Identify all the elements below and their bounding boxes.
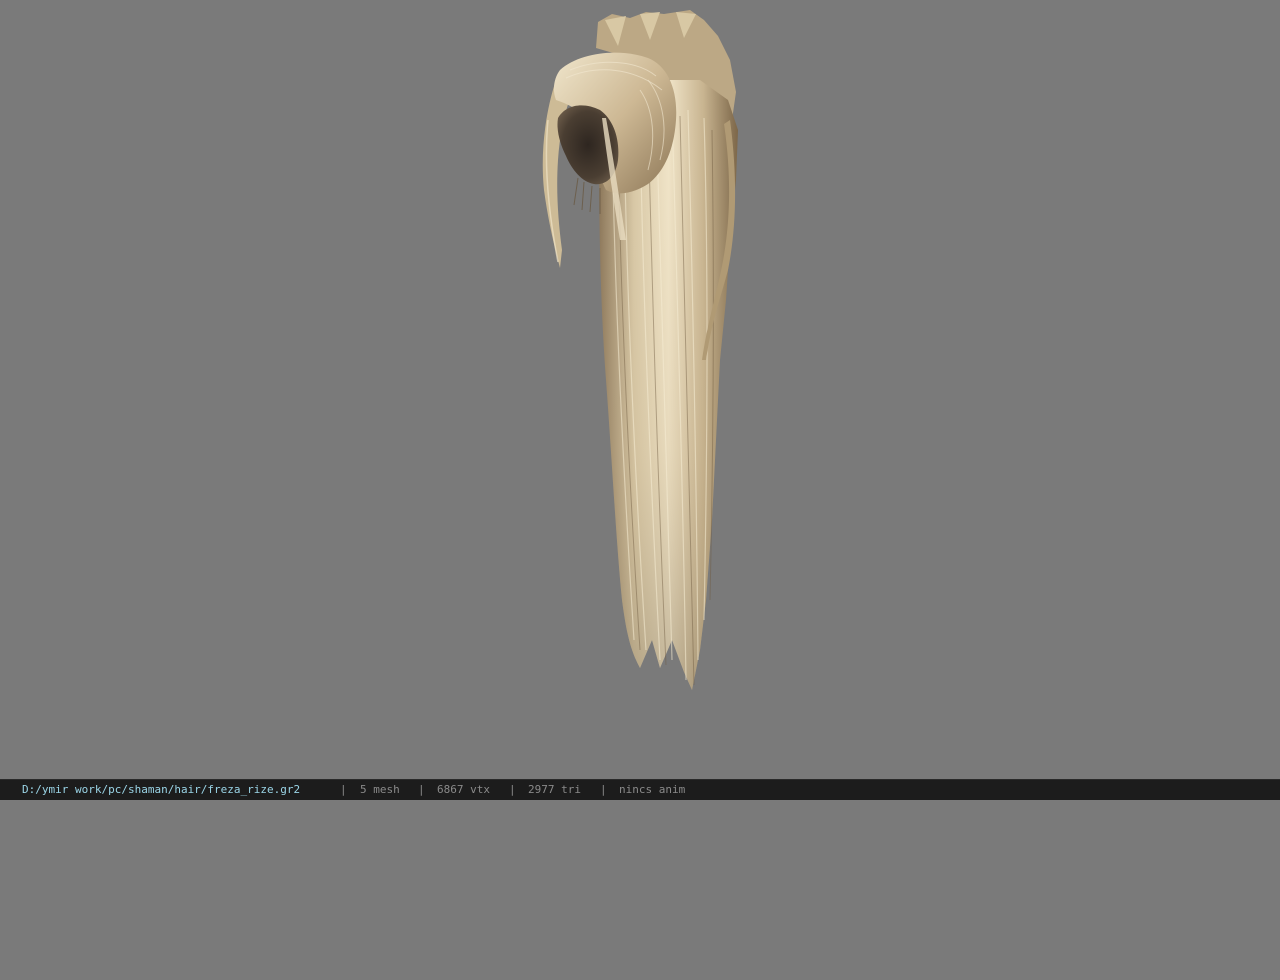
hair-model-render[interactable] bbox=[0, 0, 1280, 779]
vertex-count-label: 6867 vtx bbox=[437, 783, 490, 796]
status-bar: D:/ymir work/pc/shaman/hair/freza_rize.g… bbox=[0, 779, 1280, 800]
triangle-count-label: 2977 tri bbox=[528, 783, 581, 796]
3d-viewport[interactable] bbox=[0, 0, 1280, 779]
animation-status-label: nincs anim bbox=[619, 783, 686, 796]
status-separator: | bbox=[509, 783, 516, 796]
status-separator: | bbox=[418, 783, 425, 796]
status-separator: | bbox=[340, 783, 347, 796]
mesh-count-label: 5 mesh bbox=[360, 783, 400, 796]
status-separator: | bbox=[600, 783, 607, 796]
file-path-label: D:/ymir work/pc/shaman/hair/freza_rize.g… bbox=[22, 783, 301, 796]
